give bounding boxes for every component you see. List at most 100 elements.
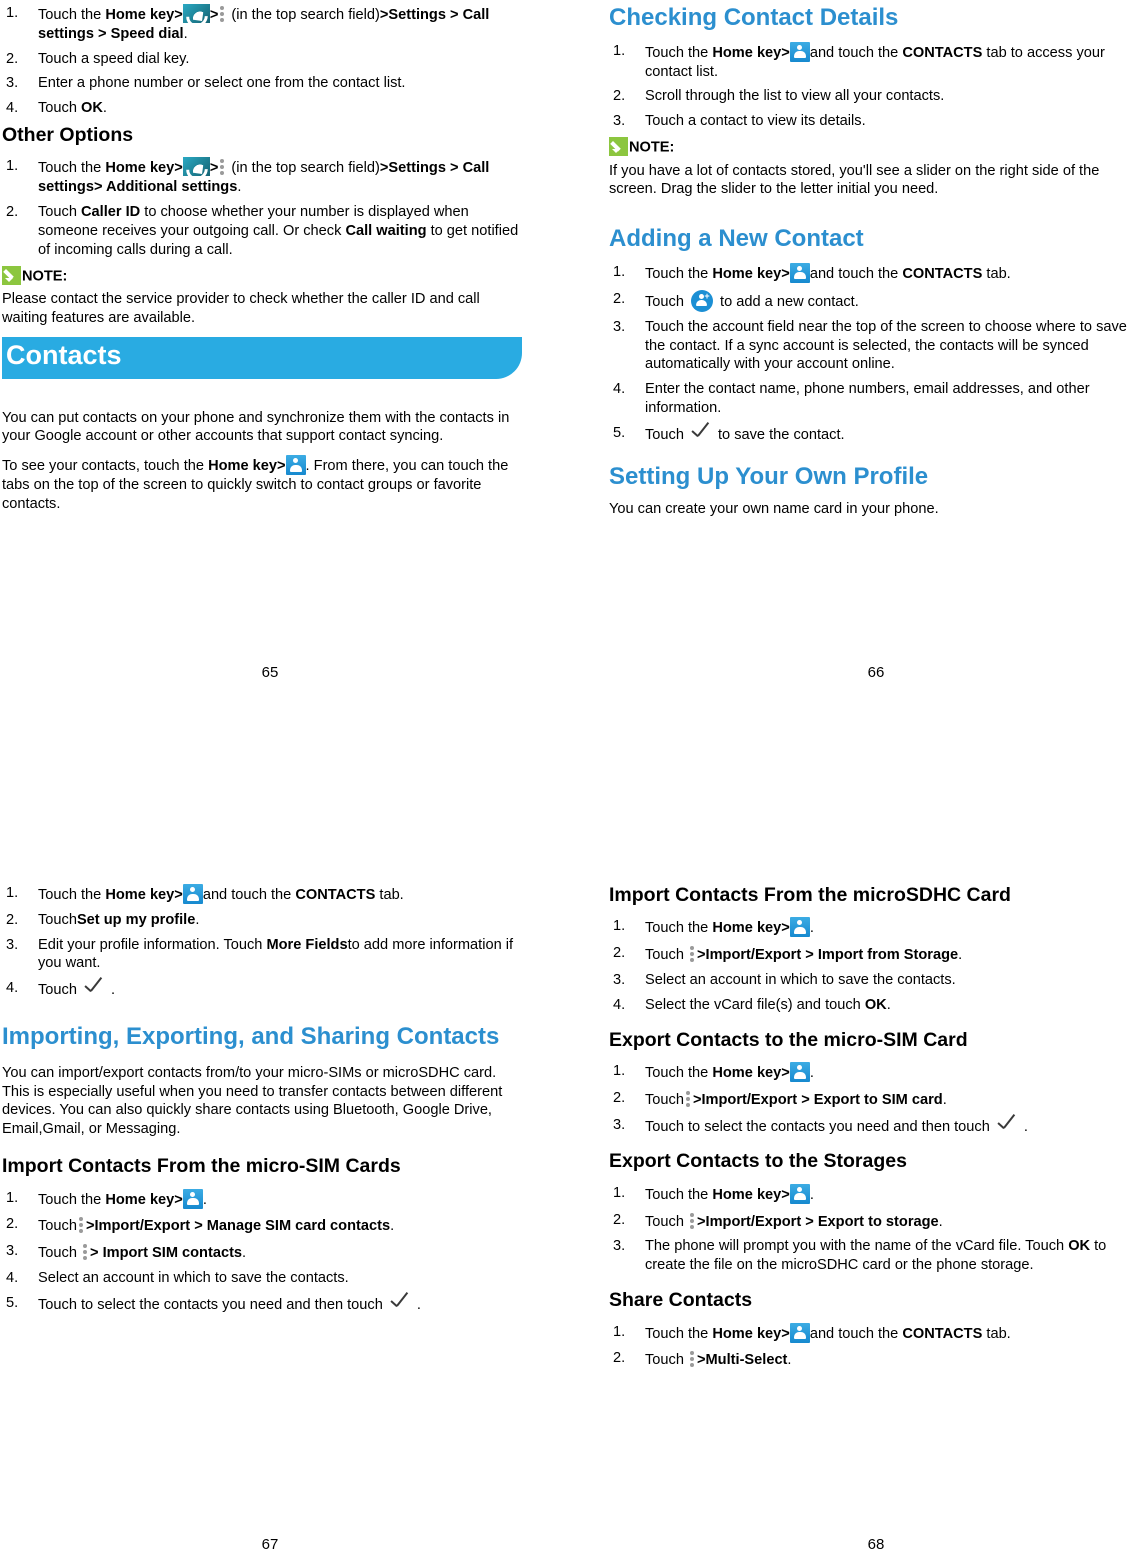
step-text: Touch the account field near the top of … (645, 318, 1127, 373)
section-heading-share-contacts: Share Contacts (609, 1289, 753, 1312)
list-number: 3. (613, 318, 626, 335)
step-text-part: key> (145, 7, 183, 23)
step-text: Edit your profile information. Touch Mor… (38, 937, 513, 972)
home-key-label: Home (712, 1325, 753, 1342)
step-text-part: Touch (645, 1213, 688, 1230)
list-item: 2. Touch >Import/Export > Export to stor… (609, 1211, 1131, 1232)
step-text-part: (in the top search field) (227, 7, 380, 23)
checkmark-icon (690, 424, 716, 442)
list-number: 2. (6, 50, 19, 67)
list-number: 3. (613, 1238, 626, 1255)
list-number: 2. (613, 290, 626, 307)
list-number: 2. (613, 1350, 626, 1367)
list-number: 3. (6, 75, 19, 92)
list-item: 3. Touch > Import SIM contacts. (2, 1242, 524, 1263)
contacts-app-icon (285, 455, 306, 476)
menu-path-label: >Import/Export > Export to storage (697, 1213, 939, 1230)
step-text: Scroll through the list to view all your… (645, 88, 945, 105)
three-dot-menu-icon (81, 1242, 90, 1261)
step-text-part: Touch to select the contacts you need an… (38, 1296, 387, 1313)
step-text-part: to add a new contact. (716, 293, 859, 310)
step-text: Touch a speed dial key. (38, 50, 190, 67)
step-text: The phone will prompt you with the name … (645, 1238, 1106, 1273)
step-text-part: . (237, 179, 242, 196)
step-text-part: key> (752, 265, 790, 282)
list-item: 3. Touch to select the contacts you need… (609, 1116, 1131, 1137)
list-number: 2. (613, 88, 626, 105)
section-heading-import-from-sdhc: Import Contacts From the microSDHC Card (609, 884, 1011, 906)
step-text-part: . (1023, 1118, 1028, 1135)
list-item: 2. Scroll through the list to view all y… (609, 87, 1131, 106)
step-text-part: . (809, 1186, 814, 1203)
list-number: 2. (6, 911, 19, 928)
step-text: Touch >Import/Export > Import from Stora… (645, 946, 962, 964)
call-waiting-label: Call waiting (345, 222, 427, 239)
home-key-label: Home (712, 1065, 753, 1082)
share-contacts-steps: 1. Touch the Home key> and touch the CONT… (609, 1322, 1131, 1371)
pencil-icon (609, 137, 628, 157)
contacts-tab-label: CONTACTS (902, 265, 983, 282)
step-text-part: . (942, 1091, 947, 1108)
home-key-label: Home (712, 265, 753, 282)
step-text: Touch OK. (38, 100, 107, 116)
ok-button-label: OK (81, 100, 103, 117)
three-dot-menu-icon (684, 1089, 693, 1108)
step-text: Touch the Home key> and touch the CONTACT… (645, 41, 1105, 80)
list-item: 1. Touch the Home key> and touch the CONT… (609, 262, 1131, 284)
import-from-sim-steps: 1. Touch the Home key>. 2. Touch >Import/… (2, 1188, 524, 1315)
list-item: 2. Touch >Import/Export > Export to SIM c… (609, 1089, 1131, 1110)
section-heading-checking-contact-details: Checking Contact Details (609, 4, 899, 31)
page-number-67: 67 (261, 1536, 279, 1553)
step-text: Touch >Import/Export > Export to SIM card… (645, 1089, 947, 1108)
menu-path-label: >Import/Export > Manage SIM card contact… (85, 1218, 391, 1235)
step-text: Touch >Import/Export > Export to storage… (645, 1211, 943, 1230)
page-68-column: Import Contacts From the microSDHC Card … (609, 884, 1131, 1376)
step-text-part: Touch (645, 1352, 688, 1369)
contacts-app-icon (789, 1062, 810, 1083)
step-text: Touch to select the contacts you need an… (38, 1297, 421, 1313)
note-label: NOTE: (22, 267, 68, 284)
contacts-app-icon (789, 41, 810, 62)
page-number-66: 66 (867, 664, 885, 681)
list-item: 4. Touch OK. (2, 99, 524, 118)
step-text: Touch a contact to view its details. (645, 113, 866, 130)
contacts-app-icon (789, 1183, 810, 1204)
step-text-part: Touch to select the contacts you need an… (645, 1118, 994, 1135)
three-dot-menu-icon (218, 4, 227, 23)
step-text-part: . (390, 1218, 395, 1235)
note-heading: NOTE: (609, 137, 1131, 158)
list-item: 1. Touch the Home key> and touch the CONT… (609, 41, 1131, 82)
step-text-part: Edit your profile information. Touch (38, 936, 267, 953)
chapter-title: Contacts (6, 339, 122, 370)
three-dot-menu-icon (688, 1349, 697, 1368)
step-text-part: . (242, 1245, 247, 1262)
list-number: 3. (6, 1243, 19, 1260)
step-text-part: . (809, 920, 814, 937)
step-text: Touch >Import/Export > Manage SIM card co… (38, 1217, 395, 1235)
list-item: 1. Touch the Home key>. (609, 1062, 1131, 1083)
three-dot-menu-icon (688, 1211, 697, 1230)
step-text-part: tab. (982, 265, 1011, 282)
step-text: Touch + to add a new contact. (645, 289, 859, 312)
section-heading-setting-up-profile: Setting Up Your Own Profile (609, 462, 929, 490)
step-text-part: > (209, 160, 219, 177)
list-item: 5. Touch to select the contacts you need… (2, 1294, 524, 1315)
home-key-label: Home (105, 1191, 146, 1208)
note-body: Please contact the service provider to c… (2, 291, 480, 326)
checkmark-icon (83, 979, 109, 997)
step-text: Touch the Home key> > (in the top search … (38, 1, 489, 42)
home-key-label: Home (712, 1186, 753, 1203)
list-item: 4. Select the vCard file(s) and touch OK… (609, 996, 1131, 1015)
step-text: Enter the contact name, phone numbers, e… (645, 381, 1090, 417)
step-text: Touch the Home key> > (in the top search … (38, 154, 489, 196)
page-number-65: 65 (261, 664, 279, 681)
step-text-part: Touch (645, 426, 688, 443)
step-text-part: Touch the (645, 920, 713, 937)
export-to-storage-steps: 1. Touch the Home key>. 2. Touch >Import… (609, 1183, 1131, 1275)
list-item: 5. Touch to save the contact. (609, 424, 1131, 445)
menu-path-label: >Import/Export > Import from Storage (697, 947, 959, 964)
checking-contact-details-steps: 1. Touch the Home key> and touch the CONT… (609, 41, 1131, 131)
list-number: 1. (613, 42, 626, 59)
list-number: 1. (6, 885, 19, 901)
step-text-part: Select the vCard file(s) and touch (645, 996, 865, 1013)
